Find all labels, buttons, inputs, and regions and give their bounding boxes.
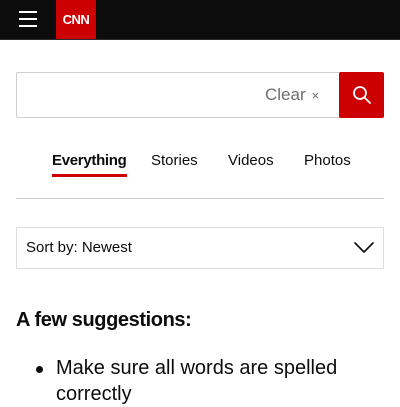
search-input[interactable] [17, 73, 257, 117]
close-icon: × [311, 87, 320, 103]
suggestions-heading: A few suggestions: [16, 309, 192, 331]
clear-label: Clear [265, 85, 306, 104]
tab-everything[interactable]: Everything [52, 150, 127, 178]
cnn-logo[interactable]: CNN [56, 0, 96, 39]
clear-button[interactable]: Clear × [265, 73, 340, 117]
tab-stories[interactable]: Stories [151, 150, 198, 178]
search-box: Clear × [16, 72, 340, 118]
list-item: Make sure all words are spelled correctl… [16, 355, 376, 407]
sort-label: Sort by: Newest [26, 239, 132, 256]
search-submit-button[interactable] [339, 72, 384, 118]
tabs-divider [16, 198, 384, 199]
tab-videos[interactable]: Videos [228, 150, 274, 178]
top-navigation-bar: CNN [0, 0, 400, 39]
suggestions-list: Make sure all words are spelled correctl… [16, 355, 376, 407]
search-result-tabs: Everything Stories Videos Photos [0, 150, 400, 180]
search-icon [352, 86, 371, 104]
tab-photos[interactable]: Photos [304, 150, 351, 178]
hamburger-menu-icon[interactable] [14, 7, 42, 31]
sort-dropdown[interactable]: Sort by: Newest [16, 227, 384, 269]
logo-text: CNN [62, 12, 90, 27]
header-divider [0, 39, 400, 40]
chevron-down-icon [354, 242, 374, 253]
